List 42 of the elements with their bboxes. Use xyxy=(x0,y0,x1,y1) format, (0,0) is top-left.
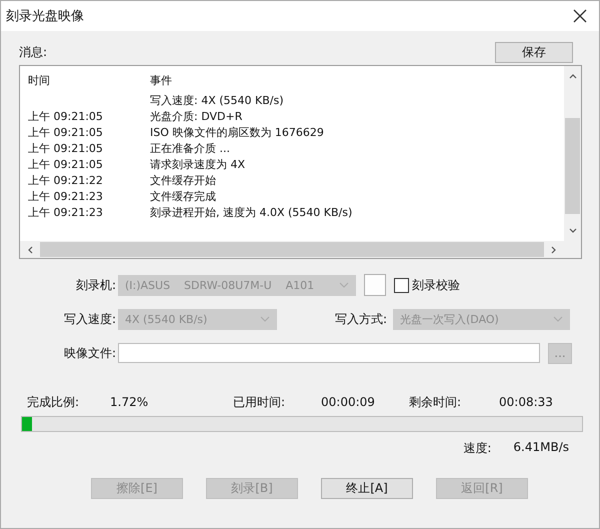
speed-label: 速度: xyxy=(463,440,492,456)
column-header[interactable]: 时间 xyxy=(28,72,150,88)
vertical-scrollbar[interactable] xyxy=(564,66,581,241)
verify-checkbox[interactable]: 刻录校验 xyxy=(394,276,460,294)
remaining-value: 00:08:33 xyxy=(499,395,553,409)
scroll-up-icon[interactable] xyxy=(568,72,578,80)
scroll-down-icon[interactable] xyxy=(568,227,578,235)
column-header[interactable]: 事件 xyxy=(150,72,172,88)
event-cell: 请求刻录速度为 4X xyxy=(150,156,246,172)
recorder-label: 刻录机: xyxy=(74,276,116,294)
event-cell: 文件缓存开始 xyxy=(150,172,216,188)
image-file-label: 映像文件: xyxy=(62,344,116,362)
save-button[interactable]: 保存 xyxy=(495,42,573,63)
time-cell: 上午 09:21:05 xyxy=(28,158,103,170)
window-title: 刻录光盘映像 xyxy=(6,8,84,25)
event-cell: 光盘介质: DVD+R xyxy=(150,108,242,124)
time-cell: 上午 09:21:05 xyxy=(28,142,103,154)
percent-label: 完成比例: xyxy=(27,394,80,410)
horizontal-scrollbar[interactable] xyxy=(20,241,581,258)
write-mode-label: 写入方式: xyxy=(334,310,387,328)
remaining-label: 剩余时间: xyxy=(409,394,462,410)
time-cell: 上午 09:21:05 xyxy=(28,110,103,122)
event-cell: ISO 映像文件的扇区数为 1676629 xyxy=(150,124,324,140)
event-cell: 写入速度: 4X (5540 KB/s) xyxy=(150,92,284,108)
time-cell: 上午 09:21:23 xyxy=(28,190,103,202)
elapsed-label: 已用时间: xyxy=(233,394,286,410)
time-cell: 上午 09:21:05 xyxy=(28,126,103,138)
image-file-field[interactable] xyxy=(118,343,540,363)
elapsed-value: 00:00:09 xyxy=(321,395,376,409)
speed-value: 6.41MB/s xyxy=(513,440,569,456)
action-button[interactable]: 终止[A] xyxy=(321,478,413,499)
write-speed-label: 写入速度: xyxy=(62,310,116,328)
messages-label: 消息: xyxy=(19,44,48,61)
time-cell: 上午 09:21:23 xyxy=(28,206,103,218)
scroll-left-icon[interactable] xyxy=(26,244,34,254)
percent-value: 1.72% xyxy=(110,395,150,409)
scroll-right-icon[interactable] xyxy=(550,244,558,254)
close-icon[interactable] xyxy=(573,9,587,23)
time-cell: 上午 09:21:22 xyxy=(28,174,103,186)
event-cell: 文件缓存完成 xyxy=(150,188,216,204)
event-cell: 刻录进程开始, 速度为 4.0X (5540 KB/s) xyxy=(150,204,352,220)
event-cell: 正在准备介质 ... xyxy=(150,140,230,156)
